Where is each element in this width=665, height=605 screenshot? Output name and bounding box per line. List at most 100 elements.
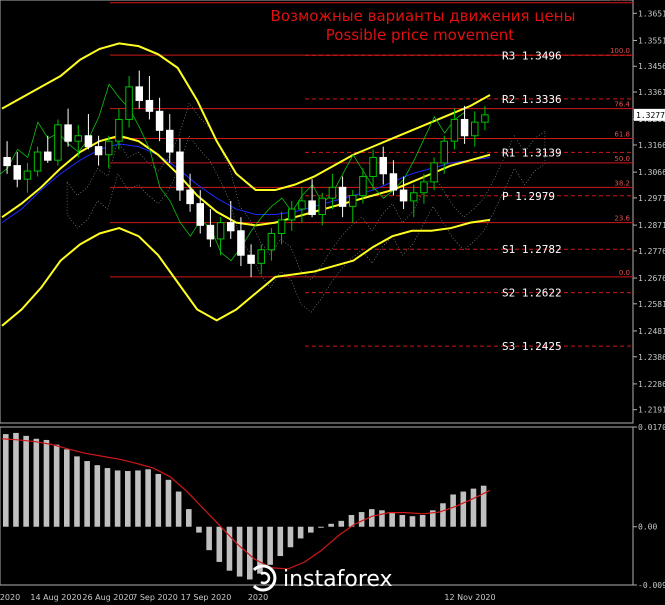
oscillator-bar — [287, 526, 294, 548]
oscillator-bar — [155, 473, 162, 527]
candle-body — [399, 189, 408, 202]
fib-level-label: 0.0 — [619, 269, 630, 277]
oscillator-bar — [470, 488, 477, 527]
oscillator-bar — [145, 469, 151, 527]
candle-body — [176, 151, 184, 191]
oscillator-bar — [369, 509, 375, 527]
date-label: 14 Aug 2020 — [30, 593, 81, 602]
pivot-level-label: R2 1.3336 — [502, 93, 562, 106]
oscillator-bar — [440, 503, 446, 527]
price-tick-label: 1.3361 — [638, 88, 665, 97]
candle-body — [460, 118, 469, 137]
date-label: 2020 — [0, 593, 20, 602]
logo-text: instaforex — [283, 567, 393, 592]
oscillator-bar — [379, 510, 385, 527]
chart-title-ru: Возможные варианты движения цены — [271, 7, 576, 25]
candle-body — [318, 197, 327, 215]
price-tick-label: 1.2871 — [638, 221, 665, 230]
candle-body — [165, 129, 174, 153]
candle-body — [104, 140, 113, 156]
oscillator-bar — [297, 526, 304, 539]
candle-body — [409, 192, 418, 202]
osc-tick-label: 0.00 — [638, 523, 657, 532]
oscillator-bar — [216, 526, 223, 562]
candle-body — [115, 118, 123, 142]
price-tick-label: 1.2776 — [638, 247, 665, 256]
candle-body — [135, 86, 144, 101]
oscillator-bar — [94, 465, 101, 527]
price-tick-label: 1.2481 — [638, 327, 665, 336]
price-tick-label: 1.2386 — [638, 353, 665, 362]
date-label: 2020 — [248, 593, 268, 602]
oscillator-bar — [328, 523, 334, 527]
candle-body — [348, 194, 357, 207]
date-label: 17 Sep 2020 — [181, 593, 232, 602]
oscillator-bar — [3, 434, 9, 527]
candle-body — [450, 118, 459, 142]
candle-body — [186, 189, 194, 205]
candle-body — [94, 146, 103, 156]
fib-level-label: 100.0 — [610, 47, 630, 55]
candle-body — [84, 135, 93, 148]
candle-body — [23, 170, 32, 180]
candle-body — [267, 232, 276, 251]
candle-body — [389, 173, 398, 191]
price-tick-label: 1.3066 — [638, 168, 665, 177]
fib-level-label: 76.4 — [614, 101, 630, 109]
candle-body — [257, 249, 266, 264]
oscillator-bar — [104, 468, 111, 527]
price-tick-label: 1.2286 — [638, 380, 665, 389]
fib-level-label: 50.0 — [614, 155, 630, 163]
fib-level-label: 61.8 — [614, 130, 630, 138]
price-chart: 161.8 100.0 76.4 61.8 50.0 38.2 23.6 0.0 R3 1.3… — [0, 0, 665, 605]
oscillator-bar — [33, 438, 40, 527]
chart-title-en: Possible price movement — [326, 26, 515, 44]
oscillator-bar — [114, 470, 121, 527]
candle-body — [440, 140, 449, 164]
price-tick-label: 1.3651 — [638, 9, 665, 18]
pivot-level-label: R1 1.3139 — [502, 146, 562, 159]
oscillator-bar — [125, 471, 131, 527]
candle-body — [125, 86, 133, 120]
pivot-level-label: R3 1.3496 — [502, 49, 562, 62]
oscillator-bar — [409, 516, 416, 527]
pivot-level-label: S3 1.2425 — [502, 340, 562, 353]
oscillator-bar — [450, 494, 456, 527]
oscillator-bar — [358, 512, 365, 527]
oscillator-bar — [480, 485, 487, 527]
candle-body — [379, 156, 388, 175]
oscillator-bar — [175, 491, 182, 527]
oscillator-bar — [206, 526, 212, 551]
fib-level-label: 161.8 — [610, 0, 630, 3]
oscillator-bar — [165, 479, 172, 527]
candle-body — [481, 114, 489, 123]
oscillator-bar — [318, 526, 324, 528]
price-tick-label: 1.2971 — [638, 194, 665, 203]
candle-body — [196, 203, 205, 226]
oscillator-bar — [399, 514, 406, 527]
price-tick-label: 1.2191 — [638, 406, 665, 415]
fib-level-label: 23.6 — [614, 215, 630, 223]
price-tick-label: 1.3166 — [638, 141, 665, 150]
candle-body — [338, 186, 347, 207]
candle-body — [308, 200, 316, 215]
candle-body — [216, 222, 225, 240]
oscillator-bar — [135, 470, 141, 527]
candle-body — [226, 222, 235, 232]
price-tick-label: 1.3551 — [638, 36, 665, 45]
oscillator-bar — [419, 514, 426, 527]
candle-body — [74, 135, 83, 142]
date-label: 12 Nov 2020 — [444, 593, 495, 602]
price-tick-label: 1.2676 — [638, 274, 665, 283]
oscillator-bar — [64, 449, 70, 527]
price-tick-label: 1.3456 — [638, 62, 665, 71]
candle-body — [369, 156, 377, 177]
candle-body — [247, 254, 255, 264]
pivot-level-label: P 1.2979 — [502, 190, 555, 203]
candle-body — [145, 99, 154, 112]
candle-body — [237, 230, 245, 256]
oscillator-bar — [196, 526, 202, 533]
oscillator-bar — [338, 520, 345, 527]
oscillator-bar — [23, 435, 29, 527]
candle-body — [277, 219, 286, 234]
